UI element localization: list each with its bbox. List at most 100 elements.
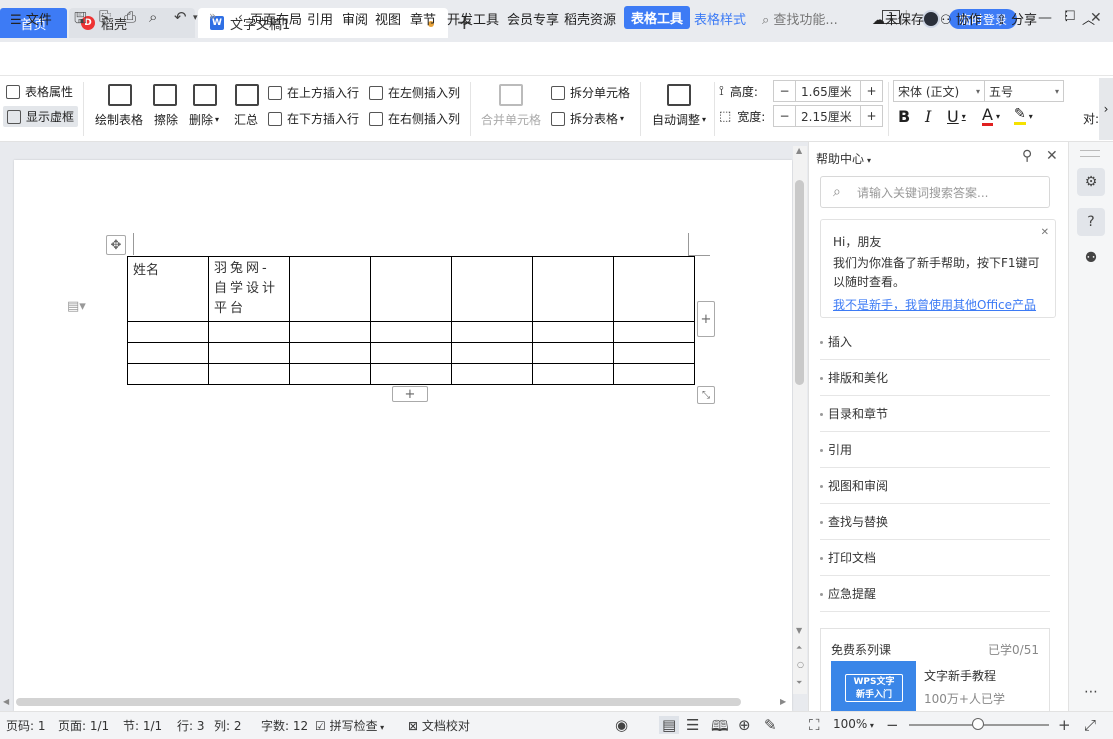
menu-item-view[interactable]: 视图 [375, 9, 401, 28]
vertical-scroll-thumb[interactable] [795, 180, 804, 385]
pin-icon[interactable]: ⚲ [1022, 148, 1032, 164]
insert-left-button[interactable]: 在左侧插入列 [369, 84, 460, 101]
settings-sliders-icon[interactable]: ⚙ [1077, 168, 1105, 196]
menu-item-review[interactable]: 审阅 [342, 9, 368, 28]
table-cell[interactable] [289, 321, 371, 343]
font-color-button[interactable]: A ▾ [982, 107, 1000, 126]
help-item-toc[interactable]: 目录和章节 [820, 396, 1050, 432]
add-column-button[interactable]: + [697, 301, 715, 337]
table-cell[interactable] [451, 321, 533, 343]
status-pages[interactable]: 页面: 1/1 [58, 717, 109, 734]
table-move-handle-icon[interactable]: ✥ [106, 235, 126, 255]
table-cell[interactable] [127, 321, 209, 343]
tab-table-style[interactable]: 表格样式 [694, 9, 746, 28]
close-welcome-icon[interactable]: ✕ [1041, 223, 1049, 242]
table-cell[interactable] [532, 321, 614, 343]
table-cell[interactable] [289, 342, 371, 364]
scroll-left-icon[interactable]: ‹ [238, 10, 243, 24]
share-button[interactable]: ⇪ 分享 [996, 9, 1037, 28]
menu-item-chapter[interactable]: 章节 [410, 9, 436, 28]
unsaved-button[interactable]: ☁未保存 [872, 9, 924, 28]
table-cell[interactable]: 羽兔网-自学设计平台 [208, 256, 290, 322]
more-tools-icon[interactable]: ⋯ [1077, 678, 1105, 706]
outline-view-icon[interactable]: ☰ [686, 716, 699, 734]
reading-view-icon[interactable]: 🕮 [711, 716, 729, 739]
height-decrease-button[interactable]: − [774, 81, 796, 101]
table-cell[interactable] [370, 363, 452, 385]
menu-item-member[interactable]: 会员专享 [507, 9, 559, 28]
table-cell[interactable] [208, 342, 290, 364]
table-cell[interactable] [613, 256, 695, 322]
add-row-button[interactable]: + [392, 386, 428, 402]
status-row[interactable]: 行: 3 [177, 717, 205, 734]
underline-button[interactable]: U ▾ [947, 107, 966, 126]
zoom-select[interactable]: 100% ▾ [833, 717, 874, 731]
height-value[interactable]: 1.65厘米 [796, 83, 860, 100]
help-item-find-replace[interactable]: 查找与替换 [820, 504, 1050, 540]
help-panel-title[interactable]: 帮助中心 ▾ [816, 150, 871, 167]
table-cell[interactable] [451, 363, 533, 385]
height-stepper[interactable]: − 1.65厘米 + [773, 80, 883, 102]
summary-button[interactable]: 汇总 [234, 111, 258, 128]
bold-button[interactable]: B [898, 107, 910, 126]
table-cell[interactable] [532, 342, 614, 364]
highlight-button[interactable]: ✎ ▾ [1014, 107, 1033, 125]
table-cell[interactable] [127, 342, 209, 364]
minimize-icon[interactable]: — [1038, 10, 1052, 26]
web-view-icon[interactable]: ⊕ [738, 716, 751, 734]
table-cell[interactable] [613, 321, 695, 343]
auto-adjust-button[interactable]: 自动调整 ▾ [652, 111, 706, 128]
insert-below-button[interactable]: 在下方插入行 [268, 110, 359, 127]
write-mode-icon[interactable]: ✎ [764, 716, 777, 734]
split-table-button[interactable]: 拆分表格 ▾ [551, 110, 624, 127]
status-word-count[interactable]: 字数: 12 [261, 717, 308, 734]
prev-page-icon[interactable]: ⏶ [796, 643, 802, 653]
table-cell[interactable] [289, 256, 371, 322]
help-item-print[interactable]: 打印文档 [820, 540, 1050, 576]
erase-button[interactable]: 擦除 [154, 111, 178, 128]
table-cell[interactable] [370, 256, 452, 322]
table-cell[interactable] [532, 256, 614, 322]
help-item-layout[interactable]: 排版和美化 [820, 360, 1050, 396]
scroll-left-icon[interactable]: ◀ [3, 697, 9, 706]
close-panel-icon[interactable]: ✕ [1046, 148, 1058, 164]
smart-assistant-icon[interactable]: ⚉ [1077, 244, 1105, 272]
status-column[interactable]: 列: 2 [214, 717, 242, 734]
table-cell[interactable] [613, 363, 695, 385]
width-value[interactable]: 2.15厘米 [796, 108, 860, 125]
table-cell[interactable] [370, 342, 452, 364]
zoom-in-icon[interactable]: + [1058, 716, 1071, 734]
table-cell[interactable] [289, 363, 371, 385]
zoom-out-icon[interactable]: − [886, 716, 899, 734]
document-table[interactable]: 姓名 羽兔网-自学设计平台 [127, 256, 695, 385]
avatar[interactable] [922, 10, 940, 28]
table-cell[interactable] [208, 321, 290, 343]
show-gridlines-button[interactable]: 显示虚框 [3, 106, 79, 127]
split-cells-button[interactable]: 拆分单元格 [551, 84, 630, 101]
insert-right-button[interactable]: 在右侧插入列 [369, 110, 460, 127]
table-cell[interactable] [613, 342, 695, 364]
horizontal-scroll-thumb[interactable] [16, 698, 741, 706]
menu-item-daoke-resources[interactable]: 稻壳资源 [564, 9, 616, 28]
fit-page-icon[interactable]: ⛶ [809, 716, 820, 734]
export-pdf-icon[interactable]: ⎘ [99, 8, 111, 26]
width-stepper[interactable]: − 2.15厘米 + [773, 105, 883, 127]
table-cell[interactable]: 姓名 [127, 256, 209, 322]
course-thumbnail[interactable]: WPS文字 新手入门 [831, 661, 916, 712]
print-preview-icon[interactable]: ⌕ [149, 8, 157, 26]
eye-protection-icon[interactable]: ◉ [615, 716, 628, 734]
insert-above-button[interactable]: 在上方插入行 [268, 84, 359, 101]
more-menu-icon[interactable]: ⋮ [1060, 9, 1073, 24]
scroll-up-icon[interactable]: ▲ [796, 146, 802, 155]
save-icon[interactable]: 🖫 [74, 8, 87, 33]
table-cell[interactable] [532, 363, 614, 385]
table-properties-button[interactable]: 表格属性 [6, 83, 73, 100]
table-cell[interactable] [451, 342, 533, 364]
tab-table-tools[interactable]: 表格工具 [624, 6, 691, 29]
fullscreen-icon[interactable]: ⤢ [1084, 716, 1096, 734]
help-item-view-review[interactable]: 视图和审阅 [820, 468, 1050, 504]
file-menu[interactable]: ☰ 文件 [10, 9, 52, 28]
next-page-icon[interactable]: ⏷ [796, 678, 802, 688]
print-icon[interactable]: ⎙ [124, 8, 136, 26]
table-cell[interactable] [451, 256, 533, 322]
